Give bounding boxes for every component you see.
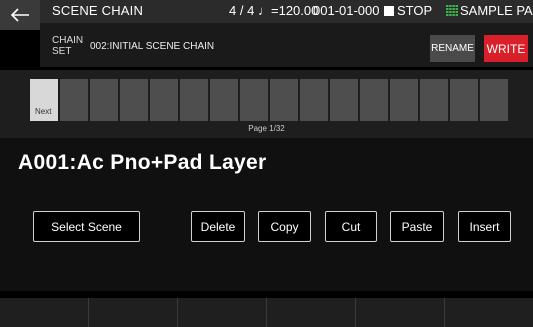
back-arrow-icon: [10, 8, 29, 22]
scene-slot-next-label: Next: [35, 107, 52, 116]
mode-indicator: SAMPLE PAD: [446, 3, 533, 18]
function-key-3[interactable]: [178, 298, 267, 327]
scene-slot[interactable]: [450, 79, 478, 121]
function-key-5[interactable]: [356, 298, 445, 327]
function-key-4[interactable]: [267, 298, 356, 327]
chain-set-label: CHAIN SET: [52, 35, 83, 57]
tempo: ♩=120.00: [258, 3, 319, 18]
back-button[interactable]: [0, 0, 40, 30]
function-key-6[interactable]: [445, 298, 533, 327]
mode-label: SAMPLE PAD: [460, 3, 533, 18]
function-key-2[interactable]: [89, 298, 178, 327]
scene-slot[interactable]: [270, 79, 298, 121]
scene-slot[interactable]: [330, 79, 358, 121]
screen-title: SCENE CHAIN: [52, 3, 144, 18]
write-button[interactable]: WRITE: [484, 35, 528, 62]
scene-slot[interactable]: [120, 79, 148, 121]
scene-slot[interactable]: [300, 79, 328, 121]
select-scene-button[interactable]: Select Scene: [33, 211, 140, 242]
song-position: 001-01-000: [313, 3, 380, 18]
function-bar: [0, 298, 533, 327]
scene-slot[interactable]: [180, 79, 208, 121]
pad-grid-icon: [446, 5, 458, 16]
paste-button[interactable]: Paste: [390, 211, 444, 242]
scene-slot[interactable]: [90, 79, 118, 121]
copy-button[interactable]: Copy: [258, 211, 311, 242]
transport-label: STOP: [397, 3, 433, 18]
scene-slot-next[interactable]: Next: [30, 79, 58, 121]
scene-slot[interactable]: [150, 79, 178, 121]
cut-button[interactable]: Cut: [325, 211, 377, 242]
page-indicator: Page 1/32: [248, 124, 285, 133]
chain-set-label-line1: CHAIN: [52, 35, 84, 46]
scene-slot[interactable]: [210, 79, 238, 121]
rename-button[interactable]: RENAME: [430, 35, 475, 62]
scene-slots: Next: [30, 79, 508, 121]
chain-set-label-line2: SET: [52, 46, 72, 57]
scene-slot[interactable]: [60, 79, 88, 121]
insert-button[interactable]: Insert: [458, 211, 511, 242]
transport-status: STOP: [384, 3, 432, 18]
delete-button[interactable]: Delete: [191, 211, 245, 242]
scene-slot[interactable]: [420, 79, 448, 121]
scene-name: A001:Ac Pno+Pad Layer: [18, 151, 267, 174]
stop-square-icon: [384, 6, 394, 16]
scene-slot[interactable]: [360, 79, 388, 121]
chain-set-name[interactable]: 002:INITIAL SCENE CHAIN: [90, 41, 214, 52]
scene-slot[interactable]: [240, 79, 268, 121]
function-key-1[interactable]: [0, 298, 89, 327]
scene-slot[interactable]: [480, 79, 508, 121]
time-signature: 4 / 4: [229, 3, 255, 18]
scene-slot[interactable]: [390, 79, 418, 121]
